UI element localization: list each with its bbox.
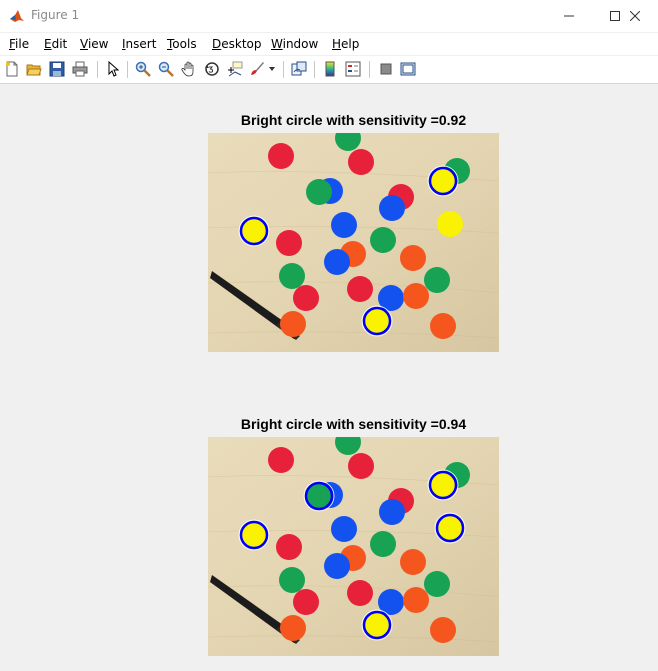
brush-button[interactable]	[248, 60, 266, 78]
toolbar-separator	[97, 61, 98, 78]
matlab-logo-icon	[9, 8, 25, 24]
toolbar-separator	[127, 61, 128, 78]
figure-toolbar	[0, 56, 658, 84]
chevron-down-icon	[269, 67, 275, 71]
close-icon	[630, 11, 640, 21]
new-figure-icon	[6, 61, 18, 77]
menu-edit-label: dit	[51, 37, 68, 51]
title-bar: Figure 1	[0, 0, 658, 32]
print-button[interactable]	[71, 60, 89, 78]
print-icon	[72, 61, 88, 77]
new-figure-button[interactable]	[3, 60, 21, 78]
link-plot-button[interactable]	[290, 60, 308, 78]
brush-icon	[251, 62, 264, 75]
menu-view-label: iew	[87, 37, 109, 51]
menu-insert-label: nsert	[125, 37, 157, 51]
colorbar-icon	[325, 61, 335, 77]
menu-file[interactable]: File	[9, 37, 29, 51]
toolbar-separator	[283, 61, 284, 78]
insert-colorbar-button[interactable]	[321, 60, 339, 78]
hide-plot-tools-icon	[380, 63, 392, 75]
data-cursor-icon	[228, 61, 243, 77]
legend-icon	[345, 61, 361, 77]
zoom-in-button[interactable]	[134, 60, 152, 78]
minimize-icon	[564, 15, 574, 17]
menu-tools-label: ools	[172, 37, 197, 51]
menu-desktop-key: D	[212, 37, 222, 51]
open-file-icon	[26, 64, 42, 76]
minimize-button[interactable]	[546, 0, 592, 32]
menu-window-label: indow	[282, 37, 319, 51]
zoom-in-icon	[135, 61, 151, 77]
zoom-out-icon	[158, 61, 174, 77]
close-button[interactable]	[612, 0, 658, 32]
image-axes-1[interactable]	[208, 133, 499, 352]
pan-hand-icon	[181, 61, 194, 77]
image-axes-2[interactable]	[208, 437, 499, 656]
menu-bar: File Edit View Insert Tools Desktop Wind…	[0, 33, 658, 55]
menu-edit-key: E	[44, 37, 52, 51]
pan-button[interactable]	[180, 60, 198, 78]
menu-desktop-label: esktop	[221, 37, 262, 51]
insert-legend-button[interactable]	[344, 60, 362, 78]
menu-view[interactable]: View	[80, 37, 108, 51]
toolbar-separator	[314, 61, 315, 78]
plot-title-2: Bright circle with sensitivity =0.94	[240, 416, 467, 432]
menu-help-key: H	[332, 37, 342, 51]
plot-title-1: Bright circle with sensitivity =0.92	[240, 112, 467, 128]
edit-plot-button[interactable]	[104, 60, 122, 78]
menu-help[interactable]: Help	[332, 37, 359, 51]
link-plot-icon	[291, 61, 307, 76]
menu-window-key: W	[271, 37, 283, 51]
brush-dropdown-button[interactable]	[267, 60, 277, 78]
pointer-icon	[108, 61, 120, 77]
show-plot-tools-icon	[400, 62, 416, 76]
open-file-button[interactable]	[25, 60, 43, 78]
menu-window[interactable]: Window	[271, 37, 318, 51]
menu-edit[interactable]: Edit	[44, 37, 67, 51]
zoom-out-button[interactable]	[157, 60, 175, 78]
show-plot-tools-button[interactable]	[399, 60, 417, 78]
menu-file-label: ile	[15, 37, 30, 51]
menu-view-key: V	[80, 37, 88, 51]
rotate-3d-button[interactable]	[203, 60, 221, 78]
data-cursor-button[interactable]	[226, 60, 244, 78]
rotate-3d-icon	[205, 62, 219, 76]
window-title: Figure 1	[31, 8, 80, 22]
menu-insert[interactable]: Insert	[122, 37, 156, 51]
save-button[interactable]	[48, 60, 66, 78]
menu-help-label: elp	[341, 37, 360, 51]
menu-desktop[interactable]: Desktop	[212, 37, 262, 51]
menu-tools[interactable]: Tools	[167, 37, 197, 51]
toolbar-separator	[369, 61, 370, 78]
hide-plot-tools-button[interactable]	[377, 60, 395, 78]
save-icon	[49, 61, 65, 77]
